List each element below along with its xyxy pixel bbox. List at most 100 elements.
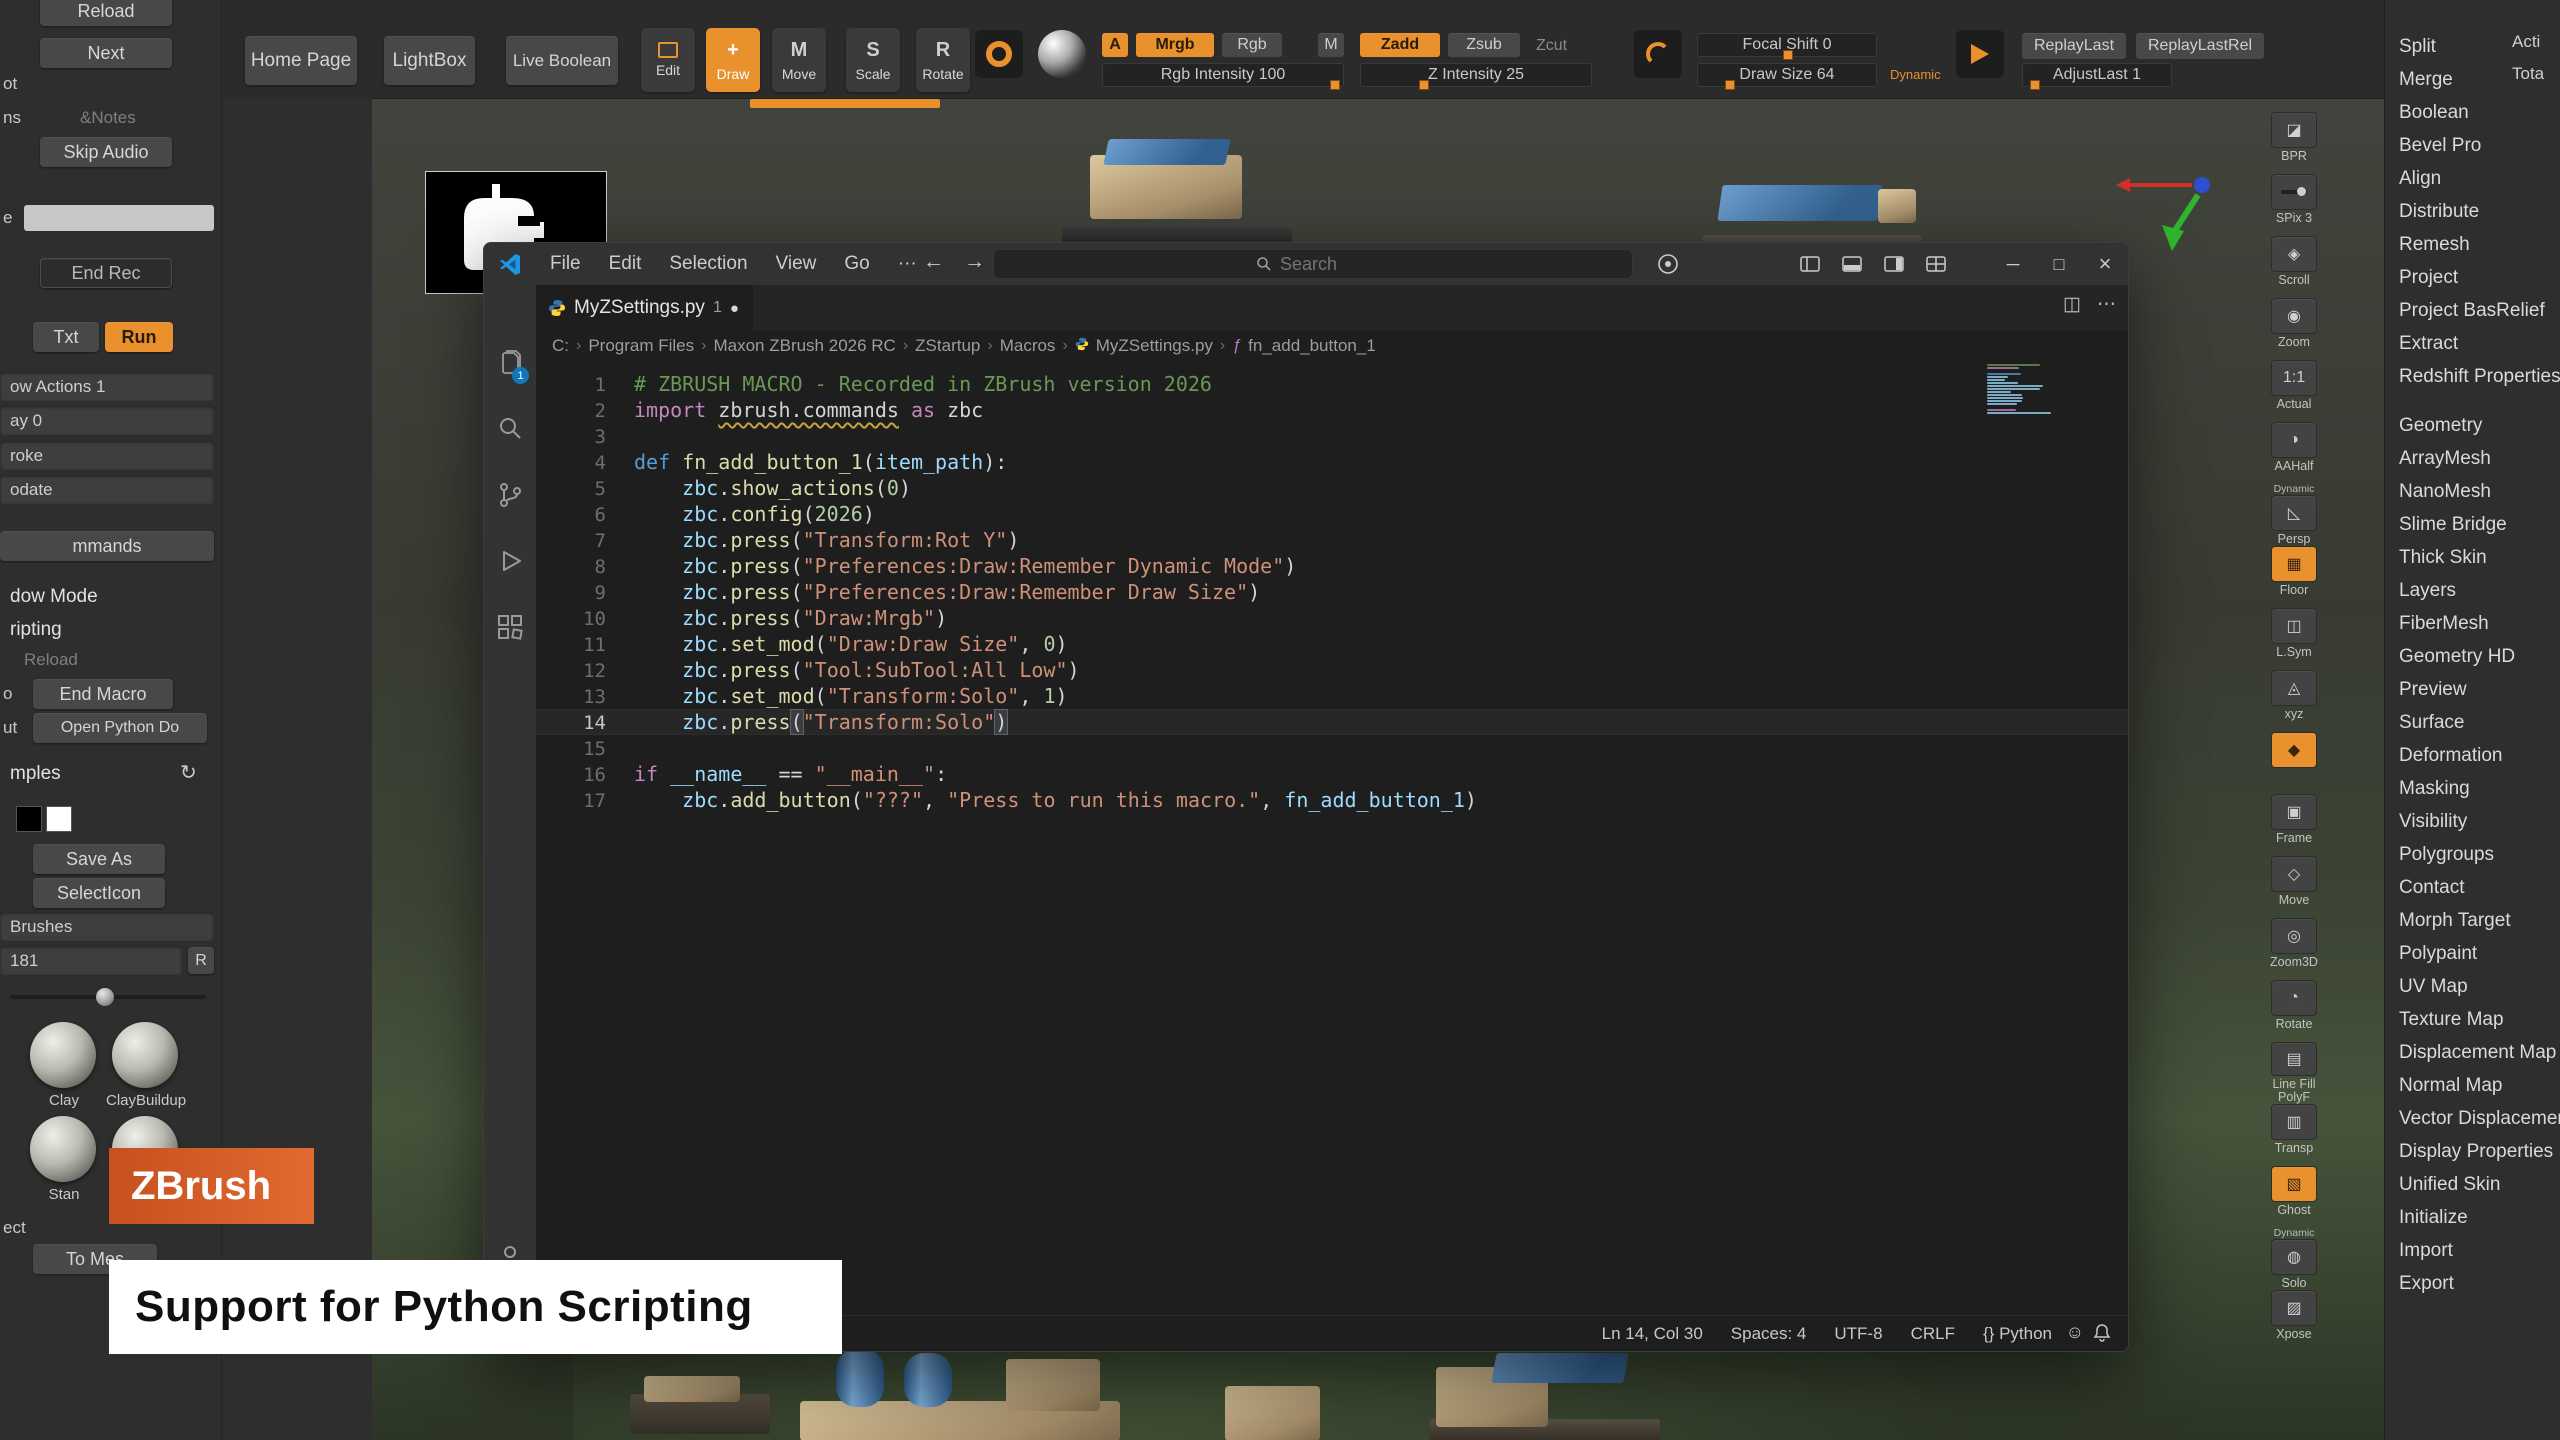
- search-input[interactable]: [1280, 254, 1370, 275]
- skip-audio-button[interactable]: Skip Audio: [40, 137, 172, 167]
- menu-item-visibility[interactable]: Visibility: [2385, 805, 2560, 838]
- more-actions-icon[interactable]: ⋯: [2097, 293, 2116, 316]
- end-rec-button[interactable]: End Rec: [40, 258, 172, 288]
- rgb-intensity-slider[interactable]: Rgb Intensity 100: [1102, 63, 1344, 87]
- search-activity-icon[interactable]: [494, 413, 526, 445]
- menu-item-layers[interactable]: Layers: [2385, 574, 2560, 607]
- brush-clay[interactable]: [30, 1022, 96, 1088]
- brush-claybuildup[interactable]: [112, 1022, 178, 1088]
- shelf-zoom3d-button[interactable]: ◎: [2271, 918, 2317, 954]
- r-button[interactable]: R: [188, 947, 214, 974]
- shelf-ghost-button[interactable]: ▧: [2271, 1166, 2317, 1202]
- menu-item-surface[interactable]: Surface: [2385, 706, 2560, 739]
- menu-file[interactable]: File: [538, 249, 593, 279]
- slider-knob[interactable]: [1783, 50, 1793, 60]
- shelf-rotate-button[interactable]: ◔: [2271, 980, 2317, 1016]
- status-cursor-position[interactable]: Ln 14, Col 30: [1602, 1324, 1703, 1344]
- menu-item-unified-skin[interactable]: Unified Skin: [2385, 1168, 2560, 1201]
- menu-edit[interactable]: Edit: [597, 249, 654, 279]
- menu-item-import[interactable]: Import: [2385, 1234, 2560, 1267]
- status-indentation[interactable]: Spaces: 4: [1731, 1324, 1807, 1344]
- shelf-xyz-button[interactable]: ◬: [2271, 670, 2317, 706]
- menu-item-display-properties[interactable]: Display Properties: [2385, 1135, 2560, 1168]
- live-boolean-button[interactable]: Live Boolean: [506, 36, 618, 85]
- m-button[interactable]: M: [1318, 33, 1344, 57]
- code-editor[interactable]: 1# ZBRUSH MACRO - Recorded in ZBrush ver…: [536, 361, 2128, 1315]
- shelf-actual-button[interactable]: 1:1: [2271, 360, 2317, 396]
- adjust-last-slider[interactable]: AdjustLast 1: [2022, 63, 2172, 87]
- z-intensity-slider[interactable]: Z Intensity 25: [1360, 63, 1592, 87]
- menu-item-contact[interactable]: Contact: [2385, 871, 2560, 904]
- replay-last-button[interactable]: ReplayLast: [2022, 33, 2126, 59]
- maximize-button[interactable]: □: [2036, 243, 2082, 285]
- menu-item-preview[interactable]: Preview: [2385, 673, 2560, 706]
- menu-item-nanomesh[interactable]: NanoMesh: [2385, 475, 2560, 508]
- material-sphere-button[interactable]: [1038, 30, 1086, 78]
- light-field[interactable]: [24, 205, 214, 231]
- breadcrumb[interactable]: C:›Program Files›Maxon ZBrush 2026 RC›ZS…: [536, 331, 2128, 361]
- feedback-icon[interactable]: ☺: [2066, 1322, 2084, 1343]
- notifications-bell-icon[interactable]: [2092, 1323, 2112, 1343]
- unsaved-dot-icon[interactable]: ●: [730, 300, 739, 317]
- next-button[interactable]: Next: [40, 38, 172, 68]
- rotate-tool-button[interactable]: R Rotate: [916, 28, 970, 92]
- a-toggle[interactable]: A: [1102, 33, 1128, 57]
- menu-item-arraymesh[interactable]: ArrayMesh: [2385, 442, 2560, 475]
- menu-item-bevel-pro[interactable]: Bevel Pro: [2385, 129, 2560, 162]
- stroke-button[interactable]: [975, 30, 1023, 78]
- scale-tool-button[interactable]: S Scale: [846, 28, 900, 92]
- shelf-zoom-button[interactable]: ◉: [2271, 298, 2317, 334]
- draw-size-slider[interactable]: Draw Size 64: [1697, 63, 1877, 87]
- brush-standard[interactable]: [30, 1116, 96, 1182]
- breadcrumb-item[interactable]: Macros: [1000, 336, 1056, 356]
- shelf-frame-button[interactable]: ▣: [2271, 794, 2317, 830]
- show-actions-slider[interactable]: ow Actions 1: [0, 372, 214, 401]
- menu-item-normal-map[interactable]: Normal Map: [2385, 1069, 2560, 1102]
- menu-item-geometry[interactable]: Geometry: [2385, 409, 2560, 442]
- color-swatch-primary[interactable]: [16, 806, 42, 832]
- refresh-icon[interactable]: ↻: [180, 760, 197, 785]
- account-icon[interactable]: [1655, 252, 1681, 276]
- save-as-button[interactable]: Save As: [33, 844, 165, 874]
- shelf-scroll-button[interactable]: ◈: [2271, 236, 2317, 272]
- update-row[interactable]: odate: [0, 475, 214, 504]
- menu-item-distribute[interactable]: Distribute: [2385, 195, 2560, 228]
- zsub-button[interactable]: Zsub: [1448, 33, 1520, 57]
- menu-item-uv-map[interactable]: UV Map: [2385, 970, 2560, 1003]
- menu-item-initialize[interactable]: Initialize: [2385, 1201, 2560, 1234]
- toggle-sidebar-icon[interactable]: [1797, 252, 1823, 276]
- menu-item-deformation[interactable]: Deformation: [2385, 739, 2560, 772]
- slider-knob[interactable]: [2030, 80, 2040, 90]
- reload-button[interactable]: Reload: [40, 0, 172, 26]
- run-button[interactable]: Run: [105, 322, 173, 352]
- toggle-panel-icon[interactable]: [1839, 252, 1865, 276]
- brush-count-slider[interactable]: 181: [0, 946, 182, 975]
- reload-disabled-button[interactable]: Reload: [24, 650, 78, 670]
- color-swatch-secondary[interactable]: [46, 806, 72, 832]
- delay-slider[interactable]: ay 0: [0, 406, 214, 435]
- nav-back-button[interactable]: ←: [923, 250, 944, 274]
- slider-knob[interactable]: [1419, 80, 1429, 90]
- menu-item-displacement-map[interactable]: Displacement Map: [2385, 1036, 2560, 1069]
- breadcrumb-item[interactable]: fn_add_button_1: [1248, 336, 1376, 356]
- menu-item-remesh[interactable]: Remesh: [2385, 228, 2560, 261]
- breadcrumb-item[interactable]: Maxon ZBrush 2026 RC: [713, 336, 895, 356]
- menu-item-boolean[interactable]: Boolean: [2385, 96, 2560, 129]
- shelf-icon-button-button[interactable]: ◆: [2271, 732, 2317, 768]
- shelf-floor-button[interactable]: ▦: [2271, 546, 2317, 582]
- minimap[interactable]: [1987, 364, 2053, 415]
- shelf-line-fill-polyf-button[interactable]: ▤: [2271, 1042, 2317, 1076]
- menu-item-geometry-hd[interactable]: Geometry HD: [2385, 640, 2560, 673]
- shelf-l-sym-button[interactable]: ◫: [2271, 608, 2317, 644]
- shelf-persp-button[interactable]: ◺: [2271, 495, 2317, 531]
- menu-item-fibermesh[interactable]: FiberMesh: [2385, 607, 2560, 640]
- shelf-solo-button[interactable]: ◍: [2271, 1239, 2317, 1275]
- source-control-icon[interactable]: [494, 479, 526, 511]
- menu-item-project[interactable]: Project: [2385, 261, 2560, 294]
- customize-layout-icon[interactable]: [1923, 252, 1949, 276]
- menu-item-thick-skin[interactable]: Thick Skin: [2385, 541, 2560, 574]
- shelf-xpose-button[interactable]: ▨: [2271, 1290, 2317, 1326]
- menu-item-slime-bridge[interactable]: Slime Bridge: [2385, 508, 2560, 541]
- slider-knob[interactable]: [1330, 80, 1340, 90]
- breadcrumb-item[interactable]: C:: [552, 336, 569, 356]
